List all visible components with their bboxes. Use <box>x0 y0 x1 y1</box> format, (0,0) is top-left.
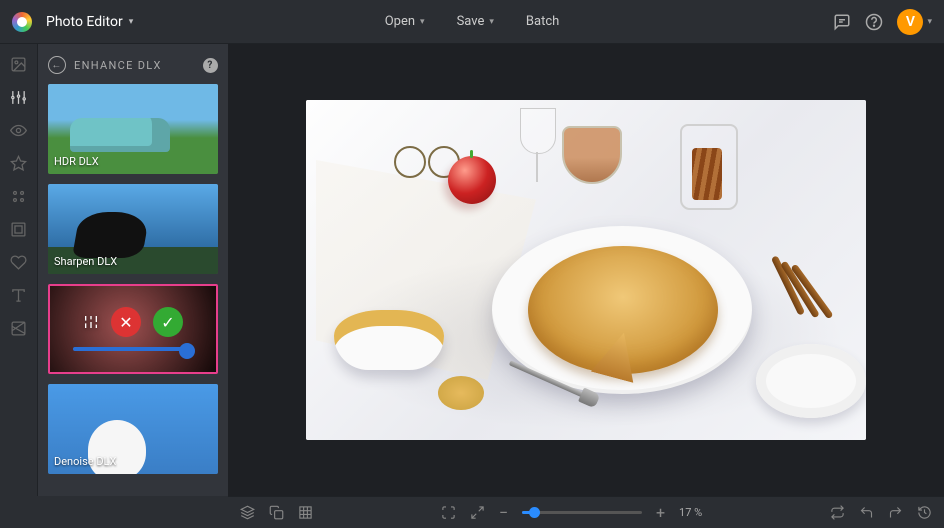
img-teacup <box>562 126 622 184</box>
batch-button[interactable]: Batch <box>512 8 573 35</box>
canvas-area <box>228 44 944 496</box>
feedback-icon[interactable] <box>833 13 851 31</box>
undo-icon[interactable] <box>859 505 874 520</box>
help-icon[interactable] <box>865 13 883 31</box>
chevron-down-icon: ▾ <box>420 17 425 27</box>
bottom-bar: − + 17 % <box>228 496 944 528</box>
zoom-out-icon[interactable]: − <box>499 503 508 522</box>
intensity-slider[interactable] <box>73 347 193 351</box>
zoom-in-icon[interactable]: + <box>656 503 665 522</box>
effect-card-sharpen[interactable]: Sharpen DLX <box>48 184 218 274</box>
app-title-text: Photo Editor <box>46 14 123 30</box>
account-menu[interactable]: V ▾ <box>897 9 932 35</box>
layers-icon[interactable] <box>240 505 255 520</box>
history-icon[interactable] <box>917 505 932 520</box>
chevron-down-icon: ▾ <box>129 17 134 27</box>
side-panel: ← ENHANCE DLX ? HDR DLX Sharpen DLX ✕ ✓ <box>38 44 228 496</box>
panel-title: ENHANCE DLX <box>74 59 162 72</box>
frame-tool-icon[interactable] <box>10 221 27 238</box>
panel-help-icon[interactable]: ? <box>203 58 218 73</box>
text-tool-icon[interactable] <box>10 287 27 304</box>
zoom-slider[interactable] <box>522 511 642 514</box>
chevron-down-icon: ▾ <box>489 17 494 27</box>
top-bar: Photo Editor ▾ Open ▾ Save ▾ Batch V ▾ <box>0 0 944 44</box>
open-button[interactable]: Open ▾ <box>371 8 439 35</box>
effect-controls: ✕ ✓ <box>50 286 216 372</box>
img-cookie <box>438 376 484 410</box>
apply-button[interactable]: ✓ <box>153 307 183 337</box>
grid-icon[interactable] <box>298 505 313 520</box>
chevron-down-icon: ▾ <box>927 17 932 27</box>
zoom-value: 17 % <box>679 506 702 519</box>
effects-tool-icon[interactable] <box>10 188 27 205</box>
app-logo <box>12 12 32 32</box>
app-title-dropdown[interactable]: Photo Editor ▾ <box>46 14 133 30</box>
compare-icon[interactable] <box>830 505 845 520</box>
adjust-icon[interactable] <box>83 314 99 330</box>
effect-label: Denoise DLX <box>54 455 116 468</box>
copy-icon[interactable] <box>269 505 284 520</box>
heart-tool-icon[interactable] <box>10 254 27 271</box>
sliders-tool-icon[interactable] <box>10 89 27 106</box>
effect-card-selected[interactable]: ✕ ✓ <box>48 284 218 374</box>
top-menu: Open ▾ Save ▾ Batch <box>371 8 574 35</box>
eye-tool-icon[interactable] <box>10 122 27 139</box>
image-tool-icon[interactable] <box>10 56 27 73</box>
top-right: V ▾ <box>833 9 932 35</box>
img-apple <box>448 156 496 204</box>
img-jar <box>680 124 738 210</box>
effect-label: Sharpen DLX <box>54 255 117 268</box>
batch-label: Batch <box>526 14 559 29</box>
save-label: Save <box>457 14 485 29</box>
body: ← ENHANCE DLX ? HDR DLX Sharpen DLX ✕ ✓ <box>0 44 944 496</box>
back-button[interactable]: ← <box>48 56 66 74</box>
effect-card-hdr[interactable]: HDR DLX <box>48 84 218 174</box>
cancel-button[interactable]: ✕ <box>111 307 141 337</box>
canvas-image[interactable] <box>306 100 866 440</box>
img-plate2 <box>756 344 866 418</box>
img-wineglass <box>520 108 554 188</box>
effect-label: HDR DLX <box>54 155 99 168</box>
texture-tool-icon[interactable] <box>10 320 27 337</box>
avatar-letter: V <box>906 14 915 30</box>
fit-icon[interactable] <box>441 505 456 520</box>
tool-strip <box>0 44 38 496</box>
expand-icon[interactable] <box>470 505 485 520</box>
open-label: Open <box>385 14 415 29</box>
star-tool-icon[interactable] <box>10 155 27 172</box>
img-bowl <box>334 310 444 370</box>
effect-card-denoise[interactable]: Denoise DLX <box>48 384 218 474</box>
save-button[interactable]: Save ▾ <box>443 8 508 35</box>
side-panel-header: ← ENHANCE DLX ? <box>48 56 218 74</box>
avatar: V <box>897 9 923 35</box>
redo-icon[interactable] <box>888 505 903 520</box>
